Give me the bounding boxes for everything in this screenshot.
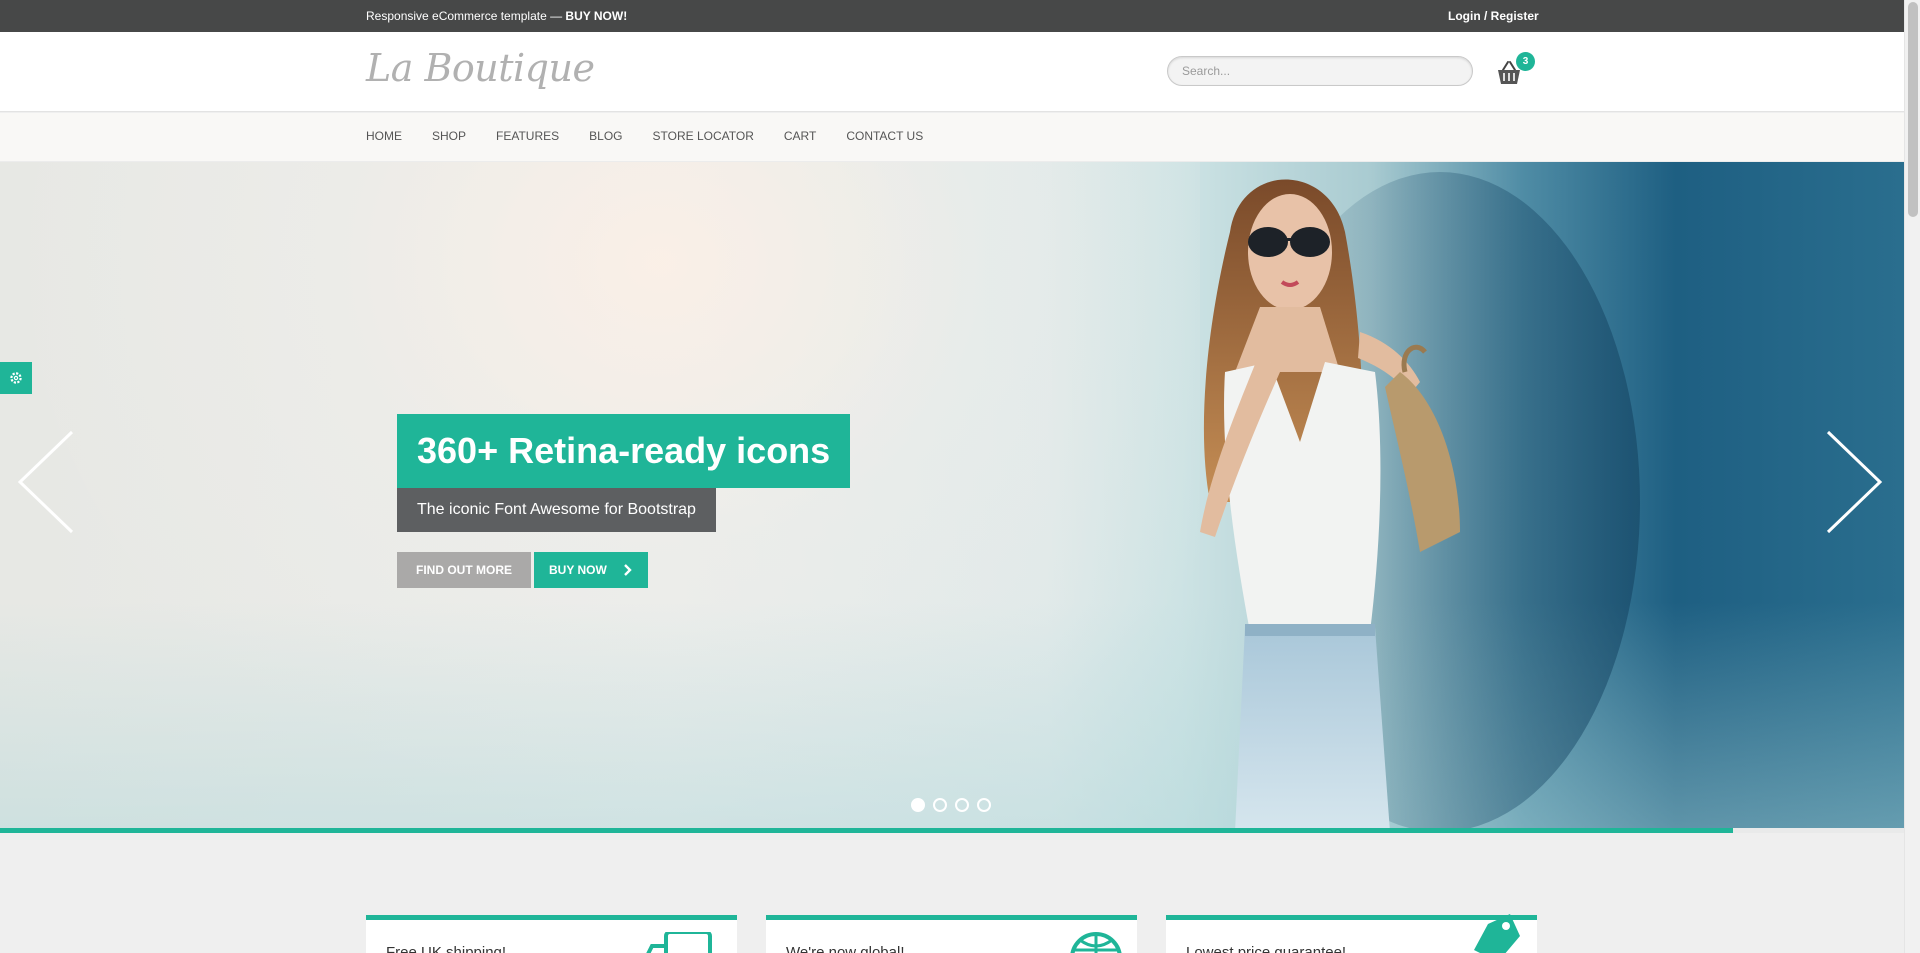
- slide-progress-bar: [0, 828, 1733, 833]
- slide-dot-2[interactable]: [933, 798, 947, 812]
- hero-slider: 360+ Retina-ready icons The iconic Font …: [0, 162, 1904, 832]
- find-out-more-button[interactable]: FIND OUT MORE: [397, 552, 531, 588]
- top-bar: Responsive eCommerce template — BUY NOW!…: [0, 0, 1904, 32]
- feature-title: Free UK shipping!: [386, 944, 507, 953]
- nav-item-shop[interactable]: SHOP: [432, 129, 466, 143]
- search-input[interactable]: [1167, 56, 1473, 86]
- model-photo: [1200, 172, 1640, 832]
- main-navigation: HOME SHOP FEATURES BLOG STORE LOCATOR CART CON…: [0, 113, 1904, 162]
- globe-icon: [1070, 932, 1122, 953]
- slide-title: 360+ Retina-ready icons: [397, 414, 851, 488]
- feature-title: We're now global!: [786, 944, 905, 953]
- gear-icon: [10, 372, 22, 384]
- slide-dot-3[interactable]: [955, 798, 969, 812]
- feature-box-shipping[interactable]: Free UK shipping!: [366, 915, 737, 953]
- nav-menu: HOME SHOP FEATURES BLOG STORE LOCATOR CART CON…: [366, 129, 953, 143]
- nav-item-features[interactable]: FEATURES: [496, 129, 559, 143]
- feature-title: Lowest price guarantee!: [1186, 944, 1347, 953]
- promo-text[interactable]: Responsive eCommerce template — BUY NOW!: [366, 9, 627, 23]
- previous-slide-arrow[interactable]: [14, 430, 74, 534]
- nav-item-blog[interactable]: BLOG: [589, 129, 622, 143]
- chevron-right-icon: [624, 564, 632, 576]
- buy-now-label: BUY NOW: [549, 563, 607, 577]
- nav-item-home[interactable]: HOME: [366, 129, 402, 143]
- buy-now-button[interactable]: BUY NOW: [534, 552, 648, 588]
- truck-icon: [646, 932, 712, 953]
- nav-item-cart[interactable]: CART: [784, 129, 816, 143]
- promo-buy-now-link[interactable]: BUY NOW!: [565, 9, 627, 23]
- slide-dot-4[interactable]: [977, 798, 991, 812]
- scrollbar-thumb[interactable]: [1908, 2, 1918, 217]
- next-slide-arrow[interactable]: [1826, 430, 1886, 534]
- cart-count-badge: 3: [1516, 52, 1535, 71]
- slide-dot-1[interactable]: [911, 798, 925, 812]
- price-tag-icon: [1474, 914, 1520, 953]
- nav-item-store-locator[interactable]: STORE LOCATOR: [653, 129, 754, 143]
- settings-toggle[interactable]: [0, 362, 32, 394]
- feature-box-price[interactable]: Lowest price guarantee!: [1166, 914, 1537, 953]
- promo-label: Responsive eCommerce template —: [366, 9, 566, 23]
- slide-subtitle: The iconic Font Awesome for Bootstrap: [397, 488, 716, 532]
- feature-box-global[interactable]: We're now global!: [766, 915, 1137, 953]
- slider-pagination: [911, 798, 999, 812]
- login-register-link[interactable]: Login / Register: [1448, 9, 1539, 23]
- site-logo[interactable]: La Boutique: [366, 46, 595, 90]
- page-scrollbar[interactable]: [1904, 0, 1920, 953]
- site-header: La Boutique 3: [0, 32, 1904, 112]
- nav-item-contact-us[interactable]: CONTACT US: [846, 129, 923, 143]
